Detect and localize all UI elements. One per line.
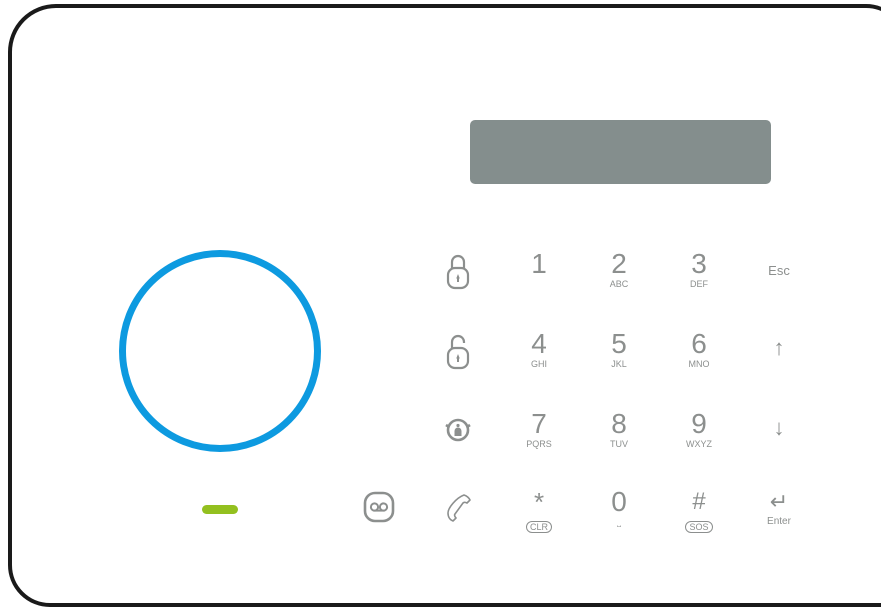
enter-label: Enter: [767, 516, 791, 527]
status-led: [202, 505, 238, 514]
key-6[interactable]: 6 MNO: [669, 327, 729, 387]
key-4-digit: 4: [531, 328, 547, 359]
star-symbol: *: [533, 487, 545, 517]
key-2-digit: 2: [611, 248, 627, 279]
key-2[interactable]: 2 ABC: [589, 247, 649, 307]
enter-key[interactable]: ↵ Enter: [749, 485, 809, 545]
key-1[interactable]: 1: [509, 247, 569, 307]
up-arrow-key[interactable]: ↑: [749, 318, 809, 378]
key-4[interactable]: 4 GHI: [509, 327, 569, 387]
sos-label: SOS: [685, 521, 713, 533]
hash-sos-key[interactable]: # SOS: [669, 485, 729, 545]
esc-key[interactable]: Esc: [749, 241, 809, 301]
key-2-letters: ABC: [609, 279, 629, 289]
key-3[interactable]: 3 DEF: [669, 247, 729, 307]
voicemail-button[interactable]: [349, 483, 409, 543]
space-icon: ⎵: [617, 517, 621, 527]
down-arrow-key[interactable]: ↓: [749, 398, 809, 458]
key-5-digit: 5: [611, 328, 627, 359]
key-1-digit: 1: [531, 248, 547, 279]
lcd-display: [470, 120, 771, 184]
voicemail-icon: [363, 491, 395, 523]
call-button[interactable]: [428, 483, 488, 543]
key-3-letters: DEF: [690, 279, 708, 289]
disarm-button[interactable]: [428, 325, 488, 385]
arm-away-button[interactable]: [428, 245, 488, 305]
key-7-letters: PQRS: [526, 439, 552, 449]
home-arm-button[interactable]: [428, 405, 488, 465]
star-clr-key[interactable]: * CLR: [509, 485, 569, 545]
home-arm-icon: [445, 418, 471, 442]
lock-icon: [446, 254, 470, 290]
up-arrow-icon: ↑: [773, 335, 785, 360]
enter-icon: ↵: [769, 489, 789, 514]
key-6-digit: 6: [691, 328, 707, 359]
key-8[interactable]: 8 TUV: [589, 407, 649, 467]
key-5[interactable]: 5 JKL: [589, 327, 649, 387]
status-ring[interactable]: [119, 250, 321, 452]
key-9-digit: 9: [691, 408, 707, 439]
clr-label: CLR: [525, 521, 552, 533]
key-5-letters: JKL: [611, 359, 627, 369]
phone-icon: [447, 494, 471, 522]
key-3-digit: 3: [691, 248, 707, 279]
hash-symbol: #: [692, 488, 706, 515]
esc-label: Esc: [768, 263, 790, 278]
key-7-digit: 7: [531, 408, 547, 439]
key-6-letters: MNO: [688, 359, 710, 369]
key-7[interactable]: 7 PQRS: [509, 407, 569, 467]
key-0[interactable]: 0 ⎵: [589, 485, 649, 545]
key-9-letters: WXYZ: [686, 439, 712, 449]
key-4-letters: GHI: [530, 359, 547, 369]
unlock-icon: [446, 334, 470, 370]
down-arrow-icon: ↓: [773, 415, 785, 440]
key-8-letters: TUV: [610, 439, 628, 449]
key-8-digit: 8: [611, 408, 627, 439]
key-9[interactable]: 9 WXYZ: [669, 407, 729, 467]
key-0-digit: 0: [611, 486, 627, 517]
